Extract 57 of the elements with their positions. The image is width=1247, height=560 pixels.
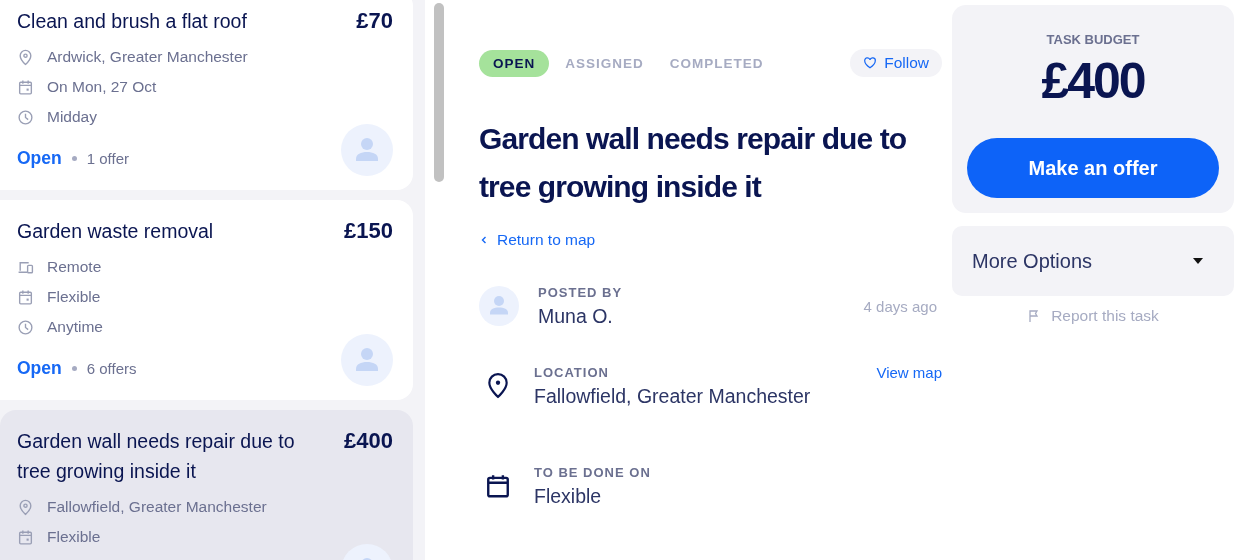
task-meta: Flexible <box>47 528 101 546</box>
chevron-left-icon <box>479 235 489 245</box>
avatar-icon <box>341 334 393 386</box>
task-meta: Midday <box>47 108 97 126</box>
avatar-icon <box>341 124 393 176</box>
task-meta: Anytime <box>47 318 103 336</box>
detail-value: Muna O. <box>538 304 614 328</box>
budget-amount: £400 <box>1041 52 1145 111</box>
status-label: ASSIGNED <box>564 54 645 73</box>
location-pin-icon <box>17 498 34 516</box>
task-card[interactable]: Clean and brush a flat roof £70 Ardwick, Greater Manchester On Mon, 27 Oct Midday Open 1 offer <box>0 0 413 190</box>
calendar-icon <box>17 288 34 306</box>
task-price: £70 <box>356 7 393 35</box>
location-pin-icon <box>485 373 511 399</box>
status-label: COMPLETED <box>668 54 765 73</box>
follow-button[interactable]: Follow <box>850 49 942 77</box>
task-card[interactable]: Garden waste removal £150 Remote Flexible Anytime Open 6 offers <box>0 200 413 400</box>
task-card[interactable]: Garden wall needs repair due to tree growing inside it £400 Fallowfield, Greater Manchester Flexible <box>0 410 413 560</box>
caret-icon <box>1192 257 1204 265</box>
offer-count: 1 offer <box>86 149 129 167</box>
make-offer-button[interactable]: Make an offer <box>967 138 1219 198</box>
detail-value: Flexible <box>534 484 603 508</box>
offer-count: 6 offers <box>86 359 137 377</box>
task-price: £150 <box>344 217 393 245</box>
task-status: Open <box>17 147 62 169</box>
calendar-icon <box>17 78 34 96</box>
task-title: Garden waste removal <box>17 219 214 244</box>
clock-icon <box>17 318 34 336</box>
task-title: Clean and brush a flat roof <box>17 9 247 34</box>
location-pin-icon <box>17 48 34 66</box>
detail-label: LOCATION <box>534 364 610 380</box>
task-meta: Flexible <box>47 288 101 306</box>
task-price: £400 <box>344 427 393 455</box>
detail-value: Fallowfield, Greater Manchester <box>534 384 811 408</box>
status-pill: OPEN <box>479 49 550 77</box>
view-map-link[interactable]: View map <box>876 364 942 381</box>
task-meta: Remote <box>47 258 102 276</box>
separator-dot <box>71 155 77 161</box>
detail-label: TO BE DONE ON <box>534 464 651 480</box>
task-meta: On Mon, 27 Oct <box>47 78 157 96</box>
return-link[interactable]: Return to map <box>479 231 596 249</box>
task-status: Open <box>17 357 62 379</box>
budget-label: TASK BUDGET <box>1046 32 1140 47</box>
avatar-icon <box>479 286 519 326</box>
separator-dot <box>71 365 77 371</box>
detail-label: POSTED BY <box>538 284 623 300</box>
task-heading: Garden wall needs repair due to tree growing inside it <box>479 121 908 205</box>
task-title: Garden wall needs repair due to tree growing inside it <box>17 429 296 484</box>
task-meta: Fallowfield, Greater Manchester <box>47 498 267 516</box>
calendar-icon <box>485 473 511 499</box>
task-meta: Ardwick, Greater Manchester <box>47 48 248 66</box>
more-options-dropdown[interactable]: More Options <box>952 226 1234 296</box>
clock-icon <box>17 108 34 126</box>
scrollbar-thumb[interactable] <box>433 3 444 182</box>
posted-time: 4 days ago <box>863 297 937 315</box>
heart-icon <box>863 56 878 70</box>
calendar-icon <box>17 528 34 546</box>
